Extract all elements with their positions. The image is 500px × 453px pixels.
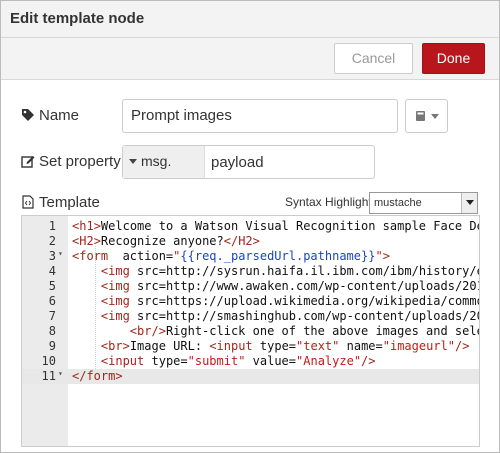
line-number: 7 [48, 309, 56, 323]
name-label: Name [39, 107, 80, 124]
code-line[interactable]: 9 <br>Image URL: <input type="text" name… [22, 339, 479, 354]
code-line[interactable]: 7 <img src=http://smashinghub.com/wp-con… [22, 309, 479, 324]
code-text: </form> [72, 369, 123, 383]
code-line[interactable]: 8 <br/>Right-click one of the above imag… [22, 324, 479, 339]
dialog-title: Edit template node [1, 1, 499, 38]
code-line[interactable]: 4 <img src=http://sysrun.haifa.il.ibm.co… [22, 264, 479, 279]
line-number: 8 [48, 324, 56, 338]
edit-icon [21, 156, 35, 168]
code-text: <img src=https://upload.wikimedia.org/wi… [100, 294, 480, 308]
caret-down-icon [466, 200, 474, 205]
chevron-down-icon [431, 114, 439, 119]
line-number: 9 [48, 339, 56, 353]
fold-toggle-icon[interactable]: ▾ [58, 249, 63, 258]
line-number: 4 [48, 264, 56, 278]
syntax-highlight-select[interactable]: mustache [369, 192, 478, 214]
line-number: 3 [48, 249, 56, 263]
code-text: <input type="submit" value="Analyze"/> [100, 354, 376, 368]
tag-icon [22, 109, 34, 121]
dialog-toolbar: Cancel Done [1, 38, 499, 80]
line-number: 1 [48, 219, 56, 233]
select-arrow[interactable] [461, 193, 477, 213]
property-label-row: Set property [21, 153, 121, 170]
line-number: 10 [41, 354, 56, 368]
code-line[interactable]: 5 <img src=http://www.awaken.com/wp-cont… [22, 279, 479, 294]
code-text: <img src=http://sysrun.haifa.il.ibm.com/… [100, 264, 480, 278]
syntax-highlight-value: mustache [374, 197, 422, 209]
template-code-editor[interactable]: 1 <h1>Welcome to a Watson Visual Recognit… [21, 215, 480, 447]
name-input[interactable]: Prompt images [122, 99, 398, 133]
code-text: <br>Image URL: <input type="text" name="… [100, 339, 470, 353]
code-line[interactable]: 10 <input type="submit" value="Analyze"/… [22, 354, 479, 369]
done-button[interactable]: Done [422, 43, 485, 74]
code-line[interactable]: 1 <h1>Welcome to a Watson Visual Recognit… [22, 219, 479, 234]
property-type-select[interactable]: msg. [123, 146, 205, 178]
template-label: Template [39, 194, 100, 211]
code-line[interactable]: 2 <H2>Recognize anyone?</H2> [22, 234, 479, 249]
property-type-label: msg. [141, 153, 172, 169]
code-text: <H2>Recognize anyone?</H2> [72, 234, 260, 248]
code-text: <form action="{{req._parsedUrl.pathname}… [72, 249, 390, 263]
code-line[interactable]: 11 ▾ </form> [22, 369, 479, 384]
code-text: <br/>Right-click one of the above images… [129, 324, 480, 338]
template-label-row: Template [21, 194, 100, 211]
property-value[interactable]: payload [211, 154, 264, 171]
property-typed-input[interactable]: msg. payload [122, 145, 375, 179]
fold-toggle-icon[interactable]: ▾ [58, 369, 63, 378]
cancel-button[interactable]: Cancel [334, 43, 413, 74]
code-line[interactable]: 3 ▾ <form action="{{req._parsedUrl.pathnam… [22, 249, 479, 264]
name-label-row: Name [21, 107, 79, 124]
property-label: Set property [39, 153, 121, 170]
edit-template-dialog: Edit template node Cancel Done Name Prom… [0, 0, 500, 453]
node-type-button[interactable] [405, 99, 448, 133]
book-icon [416, 111, 425, 121]
caret-down-icon [129, 159, 137, 164]
line-number: 11 [41, 369, 56, 383]
code-line[interactable]: 6 <img src=https://upload.wikimedia.org/… [22, 294, 479, 309]
code-text: <h1>Welcome to a Watson Visual Recogniti… [72, 219, 480, 233]
line-number: 6 [48, 294, 56, 308]
line-number: 5 [48, 279, 56, 293]
code-text: <img src=http://smashinghub.com/wp-conte… [100, 309, 480, 323]
syntax-highlight-label: Syntax Highlight: [285, 195, 376, 209]
code-text: <img src=http://www.awaken.com/wp-conten… [100, 279, 480, 293]
line-number: 2 [48, 234, 56, 248]
file-code-icon [22, 195, 34, 209]
